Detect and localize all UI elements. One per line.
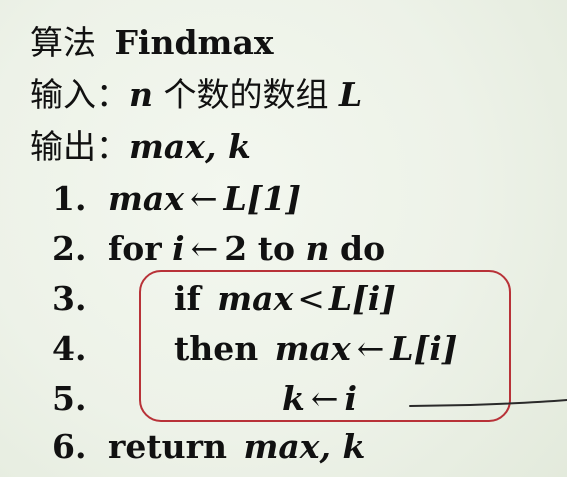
slide: 算法 Findmax 输入：n 个数的数组 L 输出：max, k 1. max ←… [0, 0, 567, 477]
annotation-line [409, 399, 567, 407]
